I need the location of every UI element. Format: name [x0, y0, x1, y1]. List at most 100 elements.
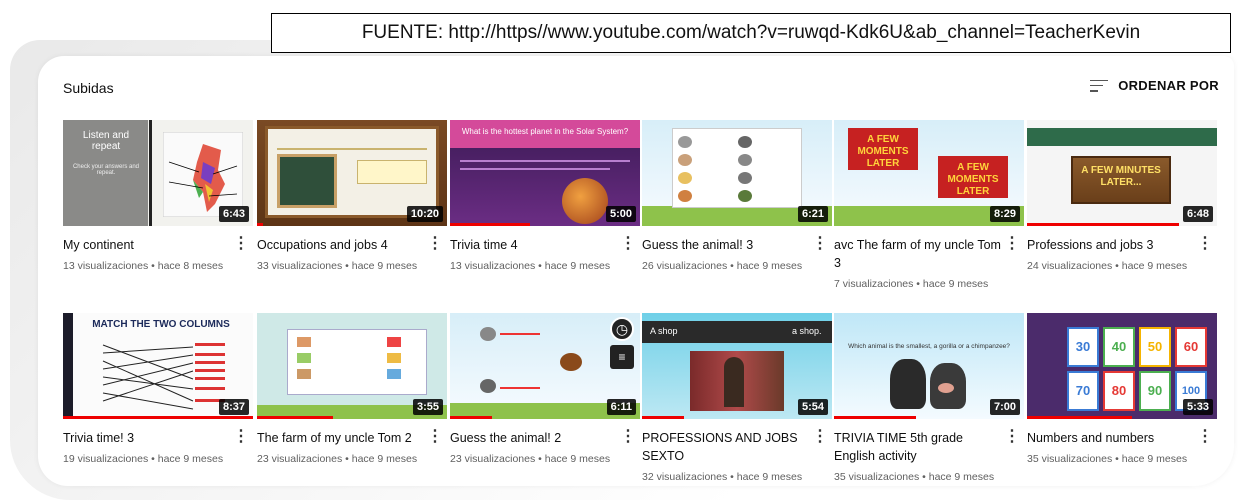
more-options-icon[interactable]: ⋮ [1197, 236, 1213, 252]
video-title[interactable]: avc The farm of my uncle Tom 3 [834, 236, 1006, 272]
video-card[interactable]: A FEW MOMENTS LATER A FEW MOMENTS LATER … [834, 120, 1024, 290]
more-options-icon[interactable]: ⋮ [620, 236, 636, 252]
source-caption: FUENTE: http://https//www.youtube.com/wa… [271, 13, 1231, 53]
video-thumbnail[interactable]: 6:21 [642, 120, 832, 226]
source-caption-text: FUENTE: http://https//www.youtube.com/wa… [361, 22, 1141, 43]
video-stats: 24 visualizaciones • hace 9 meses [1027, 260, 1188, 272]
video-title[interactable]: Trivia time 4 [450, 236, 622, 254]
watch-progress [257, 223, 263, 226]
video-card[interactable]: ◷ ≡ 6:11 Guess the animal! 2 ⋮ 23 visual… [450, 313, 640, 465]
video-thumbnail[interactable]: Which animal is the smallest, a gorilla … [834, 313, 1024, 419]
video-title[interactable]: Guess the animal! 3 [642, 236, 814, 254]
more-options-icon[interactable]: ⋮ [233, 429, 249, 445]
video-duration: 6:48 [1182, 206, 1213, 222]
video-title[interactable]: Occupations and jobs 4 [257, 236, 429, 254]
video-duration: 5:54 [797, 399, 828, 415]
video-card[interactable]: Listen and repeat Check your answers and… [63, 120, 253, 272]
watch-progress [1027, 223, 1179, 226]
more-options-icon[interactable]: ⋮ [427, 236, 443, 252]
video-stats: 19 visualizaciones • hace 9 meses [63, 453, 224, 465]
video-duration: 8:29 [989, 206, 1020, 222]
more-options-icon[interactable]: ⋮ [1004, 236, 1020, 252]
watch-progress [450, 416, 492, 419]
more-options-icon[interactable]: ⋮ [427, 429, 443, 445]
watch-progress [63, 416, 253, 419]
add-to-queue-icon[interactable]: ≡ [610, 345, 634, 369]
thumb-question: What is the hottest planet in the Solar … [461, 127, 629, 136]
video-stats: 33 visualizaciones • hace 9 meses [257, 260, 418, 272]
thumb-caption: A FEW MINUTES LATER... [1071, 156, 1171, 204]
thumb-caption: A FEW MOMENTS LATER [938, 156, 1008, 198]
thumb-heading: MATCH THE TWO COLUMNS [92, 319, 230, 330]
video-card[interactable]: What is the hottest planet in the Solar … [450, 120, 640, 272]
video-stats: 13 visualizaciones • hace 9 meses [450, 260, 611, 272]
video-duration: 8:37 [218, 399, 249, 415]
video-duration: 6:43 [218, 206, 249, 222]
video-thumbnail[interactable]: What is the hottest planet in the Solar … [450, 120, 640, 226]
video-duration: 7:00 [989, 399, 1020, 415]
watch-progress [834, 416, 916, 419]
video-title[interactable]: Professions and jobs 3 [1027, 236, 1199, 254]
video-title[interactable]: Trivia time! 3 [63, 429, 235, 447]
video-stats: 26 visualizaciones • hace 9 meses [642, 260, 803, 272]
video-card[interactable]: 3:55 The farm of my uncle Tom 2 ⋮ 23 vis… [257, 313, 447, 465]
thumb-caption: A FEW MOMENTS LATER [848, 128, 918, 170]
video-card[interactable]: A shop a shop. 5:54 PROFESSIONS AND JOBS… [642, 313, 832, 483]
watch-progress [257, 416, 333, 419]
video-stats: 32 visualizaciones • hace 9 meses [642, 471, 803, 483]
video-thumbnail[interactable]: A FEW MINUTES LATER... 6:48 [1027, 120, 1217, 226]
watch-progress [450, 223, 530, 226]
more-options-icon[interactable]: ⋮ [233, 236, 249, 252]
video-card[interactable]: Which animal is the smallest, a gorilla … [834, 313, 1024, 483]
video-duration: 5:33 [1182, 399, 1213, 415]
video-thumbnail[interactable]: 10:20 [257, 120, 447, 226]
watch-progress [1027, 416, 1132, 419]
video-card[interactable]: A FEW MINUTES LATER... 6:48 Professions … [1027, 120, 1217, 272]
thumb-question: Which animal is the smallest, a gorilla … [848, 343, 1010, 350]
video-thumbnail[interactable]: Listen and repeat Check your answers and… [63, 120, 253, 226]
video-thumbnail[interactable]: ◷ ≡ 6:11 [450, 313, 640, 419]
video-title[interactable]: TRIVIA TIME 5th grade English activity [834, 429, 1006, 465]
video-stats: 7 visualizaciones • hace 9 meses [834, 278, 989, 290]
video-stats: 35 visualizaciones • hace 9 meses [834, 471, 995, 483]
more-options-icon[interactable]: ⋮ [812, 236, 828, 252]
video-title[interactable]: The farm of my uncle Tom 2 [257, 429, 429, 447]
video-card[interactable]: 10:20 Occupations and jobs 4 ⋮ 33 visual… [257, 120, 447, 272]
video-title[interactable]: Guess the animal! 2 [450, 429, 622, 447]
video-duration: 5:00 [605, 206, 636, 222]
video-stats: 23 visualizaciones • hace 9 meses [450, 453, 611, 465]
video-card[interactable]: 30 40 50 60 70 80 90 100 5:33 Numbers an… [1027, 313, 1217, 465]
more-options-icon[interactable]: ⋮ [1004, 429, 1020, 445]
thumb-heading: Listen and repeat [82, 130, 130, 152]
more-options-icon[interactable]: ⋮ [620, 429, 636, 445]
video-thumbnail[interactable]: 30 40 50 60 70 80 90 100 5:33 [1027, 313, 1217, 419]
video-title[interactable]: PROFESSIONS AND JOBS SEXTO [642, 429, 814, 465]
thumb-subtext: Check your answers and repeat. [72, 164, 140, 176]
video-card[interactable]: MATCH THE TWO COLUMNS 8:37 Trivia time! … [63, 313, 253, 465]
sort-icon [1090, 79, 1109, 92]
more-options-icon[interactable]: ⋮ [812, 429, 828, 445]
sort-button[interactable]: ORDENAR POR [1090, 78, 1219, 93]
video-duration: 6:21 [797, 206, 828, 222]
watch-later-icon[interactable]: ◷ [610, 317, 634, 341]
video-stats: 35 visualizaciones • hace 9 meses [1027, 453, 1188, 465]
video-stats: 23 visualizaciones • hace 9 meses [257, 453, 418, 465]
video-thumbnail[interactable]: 3:55 [257, 313, 447, 419]
video-title[interactable]: Numbers and numbers [1027, 429, 1199, 447]
map-icon [163, 132, 243, 217]
video-thumbnail[interactable]: MATCH THE TWO COLUMNS 8:37 [63, 313, 253, 419]
watch-progress [642, 416, 684, 419]
thumb-caption-right: a shop. [792, 326, 822, 336]
video-stats: 13 visualizaciones • hace 8 meses [63, 260, 224, 272]
video-thumbnail[interactable]: A FEW MOMENTS LATER A FEW MOMENTS LATER … [834, 120, 1024, 226]
video-duration: 10:20 [406, 206, 443, 222]
section-title: Subidas [63, 80, 114, 96]
sort-label: ORDENAR POR [1118, 78, 1219, 93]
video-duration: 6:11 [606, 399, 636, 415]
video-duration: 3:55 [412, 399, 443, 415]
more-options-icon[interactable]: ⋮ [1197, 429, 1213, 445]
thumb-caption-left: A shop [650, 326, 678, 336]
video-card[interactable]: 6:21 Guess the animal! 3 ⋮ 26 visualizac… [642, 120, 832, 272]
video-title[interactable]: My continent [63, 236, 235, 254]
video-thumbnail[interactable]: A shop a shop. 5:54 [642, 313, 832, 419]
